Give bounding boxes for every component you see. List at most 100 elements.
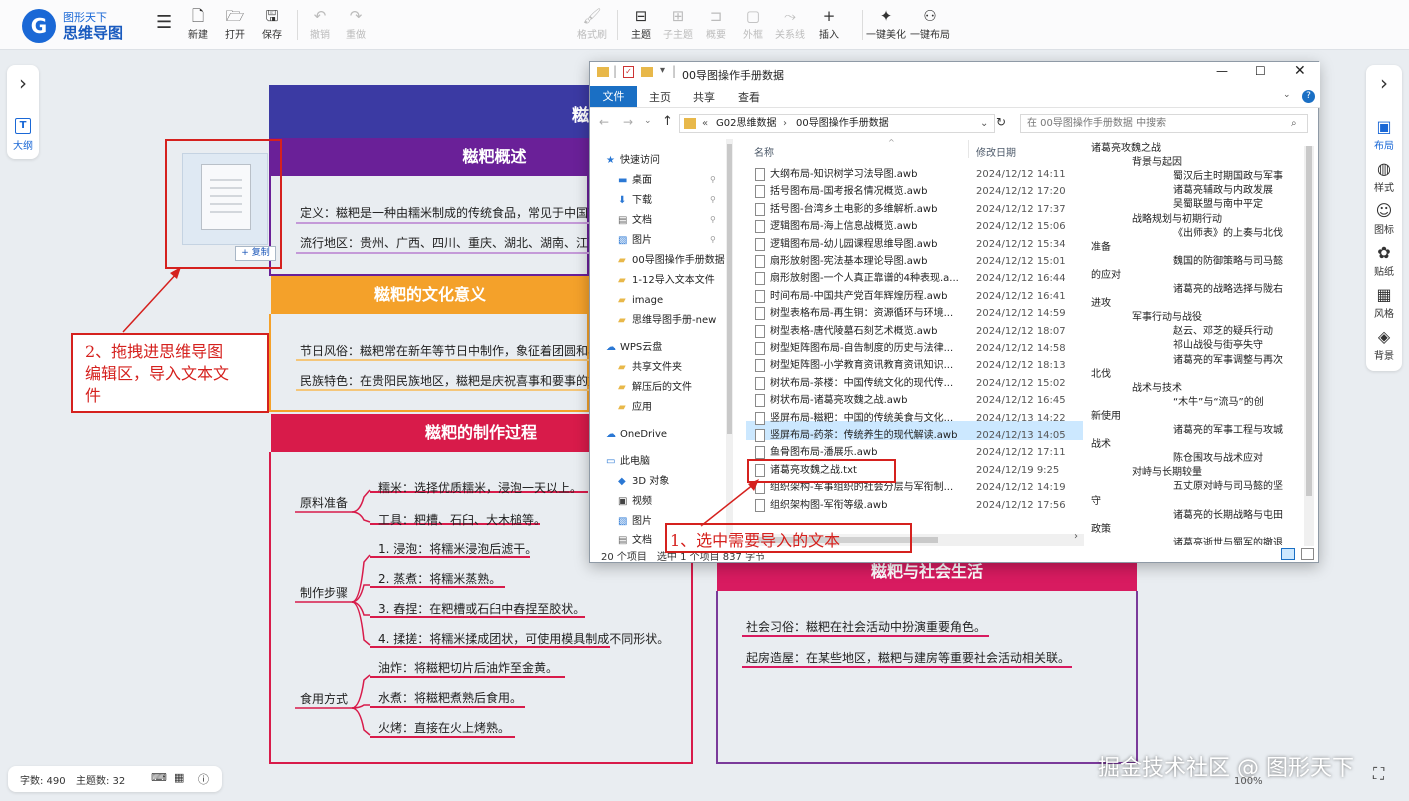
file-row[interactable]: 组织架构图-军衔等级.awb 2024/12/12 17:56 — [746, 497, 1083, 514]
maximize-icon[interactable]: ☐ — [1255, 64, 1266, 78]
file-row[interactable]: 树型矩阵图-小学教育资讯教育资讯知识... 2024/12/12 18:13 — [746, 357, 1083, 374]
file-row[interactable]: 扇形放射图-宪法基本理论导图.awb 2024/12/12 15:01 — [746, 253, 1083, 270]
chevron-down-icon[interactable]: ⌄ — [980, 115, 988, 132]
layout-button[interactable]: ⚇ 一键布局 — [908, 6, 952, 46]
panel-grid-style-button[interactable]: ▦ 风格 — [1366, 285, 1402, 320]
nav-item[interactable]: ⬇ 下载 — [618, 192, 652, 210]
beautify-button[interactable]: ✦ 一键美化 — [864, 6, 908, 46]
topic-node[interactable]: 油炸：将糍粑切片后油炸至金黄。 — [378, 659, 558, 680]
insert-button[interactable]: + 插入 — [807, 6, 851, 46]
outline-label[interactable]: 大纲 — [7, 137, 39, 152]
zoom-level[interactable]: 100% — [1234, 776, 1263, 787]
section-culture-header[interactable]: 糍粑的文化意义 — [271, 276, 589, 314]
topic-node[interactable]: 4. 揉搓：将糯米揉成团状，可使用模具制成不同形状。 — [378, 630, 669, 651]
redo-button[interactable]: ↷ 重做 — [334, 6, 378, 46]
nav-item[interactable]: ▰ 共享文件夹 — [618, 359, 682, 377]
file-row[interactable]: 树型矩阵图布局-自告制度的历史与法律... 2024/12/12 14:58 — [746, 340, 1083, 357]
nav-item[interactable]: ◆ 3D 对象 — [618, 473, 669, 491]
file-row[interactable]: 树状布局-茶楼：中国传统文化的现代传... 2024/12/12 15:02 — [746, 375, 1083, 392]
topic-node[interactable]: 2. 蒸煮：将糯米蒸熟。 — [378, 570, 501, 591]
fullscreen-icon[interactable]: ⛶ — [1373, 764, 1384, 784]
nav-item[interactable]: ▤ 文档 — [618, 212, 652, 230]
expand-panel-icon[interactable]: › — [1366, 71, 1402, 95]
file-row[interactable]: 扇形放射图-一个人真正靠谱的4种表现.a... 2024/12/12 16:44 — [746, 270, 1083, 287]
refresh-icon[interactable]: ↻ — [996, 115, 1006, 129]
file-row[interactable]: 逻辑图布局-海上信息战概览.awb 2024/12/12 15:06 — [746, 218, 1083, 235]
ribbon-expand-icon[interactable]: ⌄ — [1283, 90, 1291, 100]
nav-item[interactable]: ★ 快速访问 — [606, 152, 660, 170]
search-input[interactable]: 在 00导图操作手册数据 中搜索 ⌕ — [1020, 114, 1308, 133]
nav-item[interactable]: ▭ 此电脑 — [606, 453, 650, 471]
expand-panel-icon[interactable]: › — [7, 71, 39, 95]
explorer-titlebar[interactable]: | ✓ ▾ | 00导图操作手册数据 — ☐ ✕ — [590, 62, 1320, 86]
info-icon[interactable]: ⓘ — [198, 771, 209, 787]
topic-node[interactable]: 糯米：选择优质糯米，浸泡一天以上。 — [378, 479, 582, 500]
topic-node[interactable]: 水煮：将糍粑煮熟后食用。 — [378, 689, 522, 710]
file-row[interactable]: 树状布局-诸葛亮攻魏之战.awb 2024/12/12 16:45 — [746, 392, 1083, 409]
properties-icon[interactable]: ✓ — [623, 66, 634, 78]
address-segment[interactable]: G02思维数据 — [716, 115, 776, 132]
nav-item[interactable]: ▰ 00导图操作手册数据 — [618, 252, 725, 270]
file-row[interactable]: 竖屏布局-药茶：传统养生的现代解读.awb 2024/12/13 14:05 — [746, 427, 1083, 444]
menu-icon[interactable]: ☰ — [156, 14, 174, 32]
close-icon[interactable]: ✕ — [1294, 63, 1306, 79]
file-row[interactable]: 树型表格布局-再生铜：资源循环与环境... 2024/12/12 14:59 — [746, 305, 1083, 322]
nav-item[interactable]: ▰ 1-12导入文本文件 — [618, 272, 715, 290]
nav-item[interactable]: ☁ WPS云盘 — [606, 339, 662, 357]
ribbon-tab-share[interactable]: 共享 — [693, 89, 715, 105]
file-row[interactable]: 时间布局-中国共产党百年辉煌历程.awb 2024/12/12 16:41 — [746, 288, 1083, 305]
file-row[interactable]: 树型表格-唐代陵墓石刻艺术概览.awb 2024/12/12 18:07 — [746, 323, 1083, 340]
file-row[interactable]: 括号图-台湾乡土电影的多维解析.awb 2024/12/12 17:37 — [746, 201, 1083, 218]
forward-icon[interactable]: → — [623, 115, 633, 129]
address-segment[interactable]: 00导图操作手册数据 — [796, 115, 889, 132]
nav-item[interactable]: ▰ 解压后的文件 — [618, 379, 692, 397]
file-row[interactable]: 括号图布局-国考报名情况概览.awb 2024/12/12 17:20 — [746, 183, 1083, 200]
file-row[interactable]: 竖屏布局-糍粑：中国的传统美食与文化... 2024/12/13 14:22 — [746, 410, 1083, 427]
group-label[interactable]: 原料准备 — [300, 494, 348, 515]
nav-item[interactable]: ▰ 应用 — [618, 399, 652, 417]
details-view-icon[interactable] — [1281, 548, 1295, 560]
nav-item[interactable]: ▬ 桌面 — [618, 172, 652, 190]
nav-item[interactable]: ▧ 图片 — [618, 232, 652, 250]
quick-access-dropdown-icon[interactable]: ▾ — [660, 65, 665, 76]
recent-dropdown-icon[interactable]: ⌄ — [644, 116, 652, 126]
save-button[interactable]: 🖫 保存 — [250, 6, 294, 46]
topic-node[interactable]: 工具：粑槽、石臼、大木槌等。 — [378, 511, 546, 532]
column-header-name[interactable]: 名称 — [754, 144, 774, 159]
panel-layers-button[interactable]: ◈ 背景 — [1366, 327, 1402, 362]
nav-item[interactable]: ▣ 视频 — [618, 493, 652, 511]
keyboard-icon[interactable]: ⌨ — [151, 771, 167, 784]
nav-item[interactable]: ▰ image — [618, 292, 663, 310]
panel-palette-button[interactable]: ◍ 样式 — [1366, 159, 1402, 194]
tiles-view-icon[interactable] — [1301, 548, 1314, 560]
relation-button[interactable]: ⤳ 关系线 — [768, 6, 812, 46]
format-painter-button[interactable]: 🖌 格式刷 — [570, 6, 614, 46]
scroll-right-icon[interactable]: › — [1074, 531, 1078, 542]
column-header-date[interactable]: 修改日期 — [976, 144, 1016, 159]
topic-node[interactable]: 1. 浸泡：将糯米浸泡后滤干。 — [378, 540, 537, 561]
panel-smiley-button[interactable]: ☺ 图标 — [1366, 201, 1402, 236]
minimize-icon[interactable]: — — [1216, 64, 1228, 78]
nav-item[interactable]: ☁ OneDrive — [606, 426, 667, 444]
panel-sticker-button[interactable]: ✿ 贴纸 — [1366, 243, 1402, 278]
map-icon[interactable]: ▦ — [174, 771, 184, 784]
group-label[interactable]: 食用方式 — [300, 690, 348, 711]
file-row[interactable]: 逻辑图布局-幼儿园课程思维导图.awb 2024/12/12 15:34 — [746, 236, 1083, 253]
new-folder-icon[interactable] — [641, 67, 653, 77]
help-icon[interactable]: ? — [1302, 90, 1315, 103]
ribbon-tab-file[interactable]: 文件 — [590, 86, 637, 107]
group-label[interactable]: 制作步骤 — [300, 584, 348, 605]
up-icon[interactable]: ↑ — [662, 114, 673, 129]
topic-node[interactable]: 3. 舂捏：在粑槽或石臼中舂捏至胶状。 — [378, 600, 585, 621]
topic-node[interactable]: 火烤：直接在火上烤熟。 — [378, 719, 510, 740]
ribbon-tab-home[interactable]: 主页 — [649, 89, 671, 105]
nav-item[interactable]: ▧ 图片 — [618, 513, 652, 531]
preview-scrollbar[interactable] — [1304, 146, 1314, 546]
address-bar[interactable]: « G02思维数据 › 00导图操作手册数据 ⌄ — [679, 114, 995, 133]
ribbon-tab-view[interactable]: 查看 — [738, 89, 760, 105]
file-row[interactable]: 大纲布局-知识树学习法导图.awb 2024/12/12 14:11 — [746, 166, 1083, 183]
outline-icon[interactable]: T — [15, 118, 31, 134]
back-icon[interactable]: ← — [599, 115, 609, 129]
nav-item[interactable]: ▰ 思维导图手册-new — [618, 312, 716, 330]
panel-layout-panel-button[interactable]: ▣ 布局 — [1366, 117, 1402, 152]
